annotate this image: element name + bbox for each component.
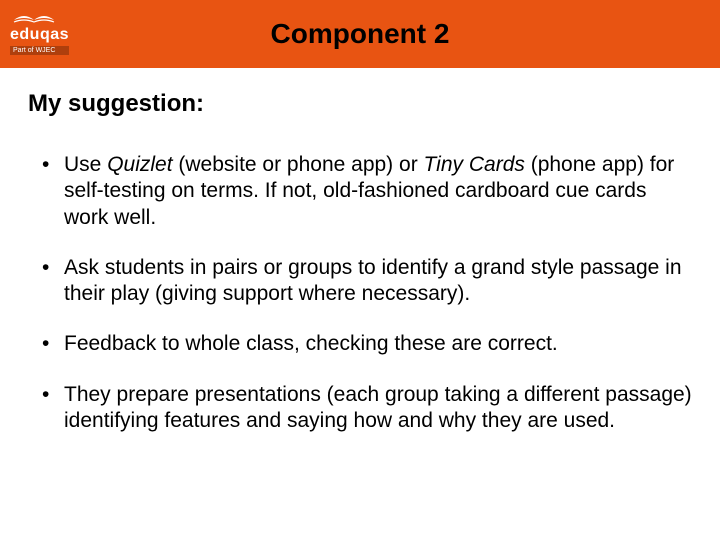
- list-item: They prepare presentations (each group t…: [42, 382, 692, 435]
- list-item: Feedback to whole class, checking these …: [42, 331, 692, 357]
- slide-body: My suggestion: Use Quizlet (website or p…: [0, 68, 720, 434]
- list-item: Ask students in pairs or groups to ident…: [42, 255, 692, 308]
- logo-subtext: Part of WJEC: [10, 46, 69, 55]
- bullet-text: Feedback to whole class, checking these …: [64, 332, 558, 355]
- section-heading: My suggestion:: [28, 90, 692, 118]
- bullet-text: Ask students in pairs or groups to ident…: [64, 256, 682, 305]
- bullet-text: They prepare presentations (each group t…: [64, 383, 692, 432]
- logo-text: eduqas: [10, 26, 69, 44]
- bullet-list: Use Quizlet (website or phone app) or Ti…: [28, 152, 692, 434]
- app-name: Tiny Cards: [424, 153, 525, 176]
- list-item: Use Quizlet (website or phone app) or Ti…: [42, 152, 692, 231]
- bullet-text: (website or phone app) or: [173, 153, 424, 176]
- slide-header: eduqas Part of WJEC Component 2: [0, 0, 720, 68]
- bullet-text: Use: [64, 153, 107, 176]
- slide-title: Component 2: [0, 18, 720, 50]
- book-icon: [10, 6, 60, 28]
- app-name: Quizlet: [107, 153, 172, 176]
- brand-logo: eduqas Part of WJEC: [10, 6, 69, 55]
